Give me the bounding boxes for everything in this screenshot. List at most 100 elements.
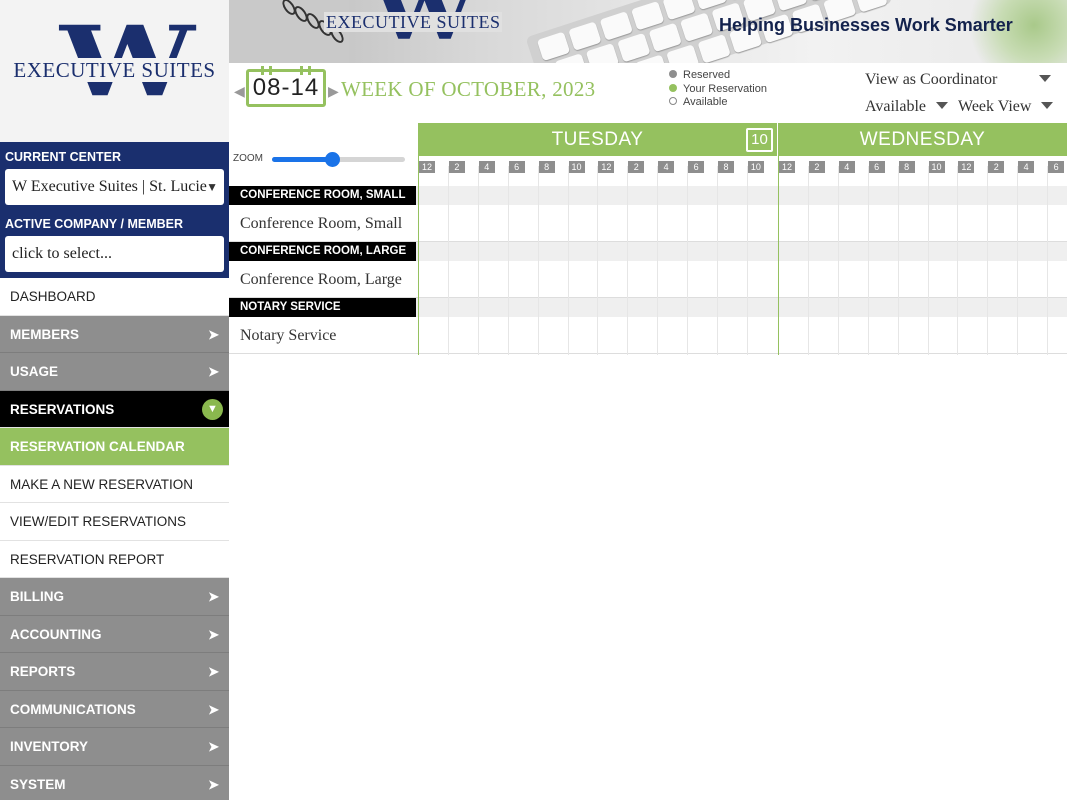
hour-gridline — [447, 166, 449, 355]
zoom-slider-thumb[interactable] — [324, 152, 340, 167]
sidebar-item-label: COMMUNICATIONS — [10, 701, 136, 717]
hour-gridline — [957, 166, 959, 355]
header-banner: W EXECUTIVE SUITES Helping Businesses Wo… — [229, 0, 1067, 63]
calendar-icon[interactable]: 10 — [746, 128, 773, 152]
hour-gridline — [1047, 166, 1049, 355]
day-divider — [778, 156, 779, 355]
hour-label: 12 — [598, 161, 615, 173]
current-center-section: CURRENT CENTER W Executive Suites | St. … — [0, 142, 229, 211]
date-range: 08-14 — [252, 74, 320, 101]
hour-gridline — [1017, 166, 1019, 355]
sidebar-item-reports[interactable]: REPORTS ➤ — [0, 653, 229, 691]
hour-gridline — [537, 166, 539, 355]
legend-item: Your Reservation — [669, 83, 767, 97]
current-center-label: CURRENT CENTER — [5, 150, 121, 164]
key-icon — [630, 0, 665, 31]
reservation-calendar: ZOOM TUESDAY 10 WEDNESDAY 12 2 4 6 8 10 12 2 4 6 8… — [229, 123, 1067, 355]
hour-label: 8 — [898, 161, 915, 173]
chevron-down-icon — [936, 102, 949, 109]
resource-category-label: CONFERENCE ROOM, LARGE — [229, 242, 416, 261]
current-center-select[interactable]: W Executive Suites | St. Lucie ▼ — [5, 169, 224, 205]
day-header-wednesday: WEDNESDAY — [778, 123, 1067, 156]
sidebar-item-usage[interactable]: USAGE ➤ — [0, 353, 229, 391]
active-company-section: ACTIVE COMPANY / MEMBER click to select.… — [0, 211, 229, 278]
hour-label: 2 — [448, 161, 465, 173]
arrow-right-icon: ➤ — [208, 364, 219, 379]
arrow-right-icon: ➤ — [208, 589, 219, 604]
sidebar-item-label: DASHBOARD — [10, 289, 96, 304]
chevron-down-icon — [1041, 102, 1054, 109]
zoom-control: ZOOM — [229, 123, 418, 186]
week-header: ◀ 08-14 ▶ WEEK OF OCTOBER, 2023 Reserved… — [229, 63, 1067, 123]
chevron-down-icon: ▼ — [206, 180, 218, 194]
week-title: WEEK OF OCTOBER, 2023 — [341, 77, 596, 101]
day-header-tuesday: TUESDAY — [418, 123, 777, 156]
sidebar-item-label: MEMBERS — [10, 326, 80, 342]
sidebar-item-label: ACCOUNTING — [10, 626, 102, 642]
arrow-right-icon: ➤ — [208, 776, 219, 792]
hour-gridline — [507, 166, 509, 355]
hour-gridline — [746, 166, 748, 355]
sidebar-item-label: MAKE A NEW RESERVATION — [10, 476, 194, 492]
available-dot-icon — [669, 97, 677, 105]
prev-week-icon[interactable]: ◀ — [234, 83, 245, 100]
company-logo[interactable]: W EXECUTIVE SUITES — [0, 0, 229, 142]
sidebar-item-accounting[interactable]: ACCOUNTING ➤ — [0, 615, 229, 653]
resource-name[interactable]: Notary Service — [229, 317, 418, 354]
reserved-dot-icon — [669, 70, 677, 78]
hour-label: 4 — [838, 161, 855, 173]
hour-label: 4 — [478, 161, 495, 173]
hour-label: 12 — [958, 161, 975, 173]
hour-label: 6 — [508, 161, 525, 173]
hour-label: 10 — [928, 161, 945, 173]
arrow-right-icon: ➤ — [208, 326, 219, 342]
sidebar-item-inventory[interactable]: INVENTORY ➤ — [0, 728, 229, 766]
availability-filter-dropdown[interactable]: Available — [865, 98, 949, 116]
active-company-select[interactable]: click to select... — [5, 236, 224, 272]
sidebar-item-members[interactable]: MEMBERS ➤ — [0, 315, 229, 353]
time-grid — [418, 156, 1067, 355]
key-icon — [585, 42, 620, 63]
key-icon — [568, 21, 602, 51]
key-icon — [648, 22, 682, 53]
sidebar-item-billing[interactable]: BILLING ➤ — [0, 578, 229, 616]
sidebar-item-label: RESERVATIONS — [10, 401, 115, 417]
key-icon — [599, 11, 634, 41]
sidebar-item-system[interactable]: SYSTEM ➤ — [0, 765, 229, 800]
arrow-right-icon: ➤ — [208, 664, 219, 679]
arrow-right-icon: ➤ — [208, 739, 219, 754]
hour-gridline — [567, 166, 569, 355]
sidebar-item-communications[interactable]: COMMUNICATIONS ➤ — [0, 690, 229, 728]
resource-name[interactable]: Conference Room, Large — [229, 261, 418, 298]
sidebar-item-label: INVENTORY — [10, 739, 89, 754]
view-as-dropdown[interactable]: View as Coordinator — [865, 71, 1052, 89]
active-company-value: click to select... — [12, 245, 112, 262]
day-divider — [418, 156, 419, 355]
sidebar-item-view-edit-reservations[interactable]: VIEW/EDIT RESERVATIONS — [0, 503, 229, 541]
zoom-slider[interactable] — [272, 152, 405, 167]
tagline: Helping Businesses Work Smarter — [719, 15, 1013, 35]
hour-gridline — [627, 166, 629, 355]
chevron-down-circle-icon: ▼ — [202, 398, 223, 420]
sidebar-item-label: USAGE — [10, 364, 59, 379]
sidebar-item-dashboard[interactable]: DASHBOARD — [0, 278, 229, 316]
hour-label: 12 — [419, 161, 435, 173]
resource-category-label: CONFERENCE ROOM, SMALL — [229, 186, 416, 205]
date-range-box[interactable]: 08-14 — [246, 66, 326, 107]
key-icon — [617, 32, 651, 63]
sidebar-item-reservation-calendar[interactable]: RESERVATION CALENDAR — [0, 428, 229, 466]
hour-label: 4 — [658, 161, 675, 173]
hour-label: 6 — [688, 161, 705, 173]
legend: Reserved Your Reservation Available — [669, 69, 767, 110]
logo-name: EXECUTIVE SUITES — [11, 58, 218, 82]
next-week-icon[interactable]: ▶ — [328, 83, 339, 100]
view-mode-dropdown[interactable]: Week View — [958, 98, 1054, 116]
sidebar-item-make-a-new-reservation[interactable]: MAKE A NEW RESERVATION — [0, 465, 229, 503]
sidebar-item-reservations[interactable]: RESERVATIONS ▼ — [0, 390, 229, 428]
hour-gridline — [807, 166, 809, 355]
active-company-label: ACTIVE COMPANY / MEMBER — [5, 217, 184, 231]
key-icon — [697, 34, 731, 63]
hour-labels-wednesday: 12 2 4 6 8 10 12 2 4 6 — [778, 156, 1067, 186]
sidebar-item-reservation-report[interactable]: RESERVATION REPORT — [0, 540, 229, 578]
resource-name[interactable]: Conference Room, Small — [229, 205, 418, 242]
